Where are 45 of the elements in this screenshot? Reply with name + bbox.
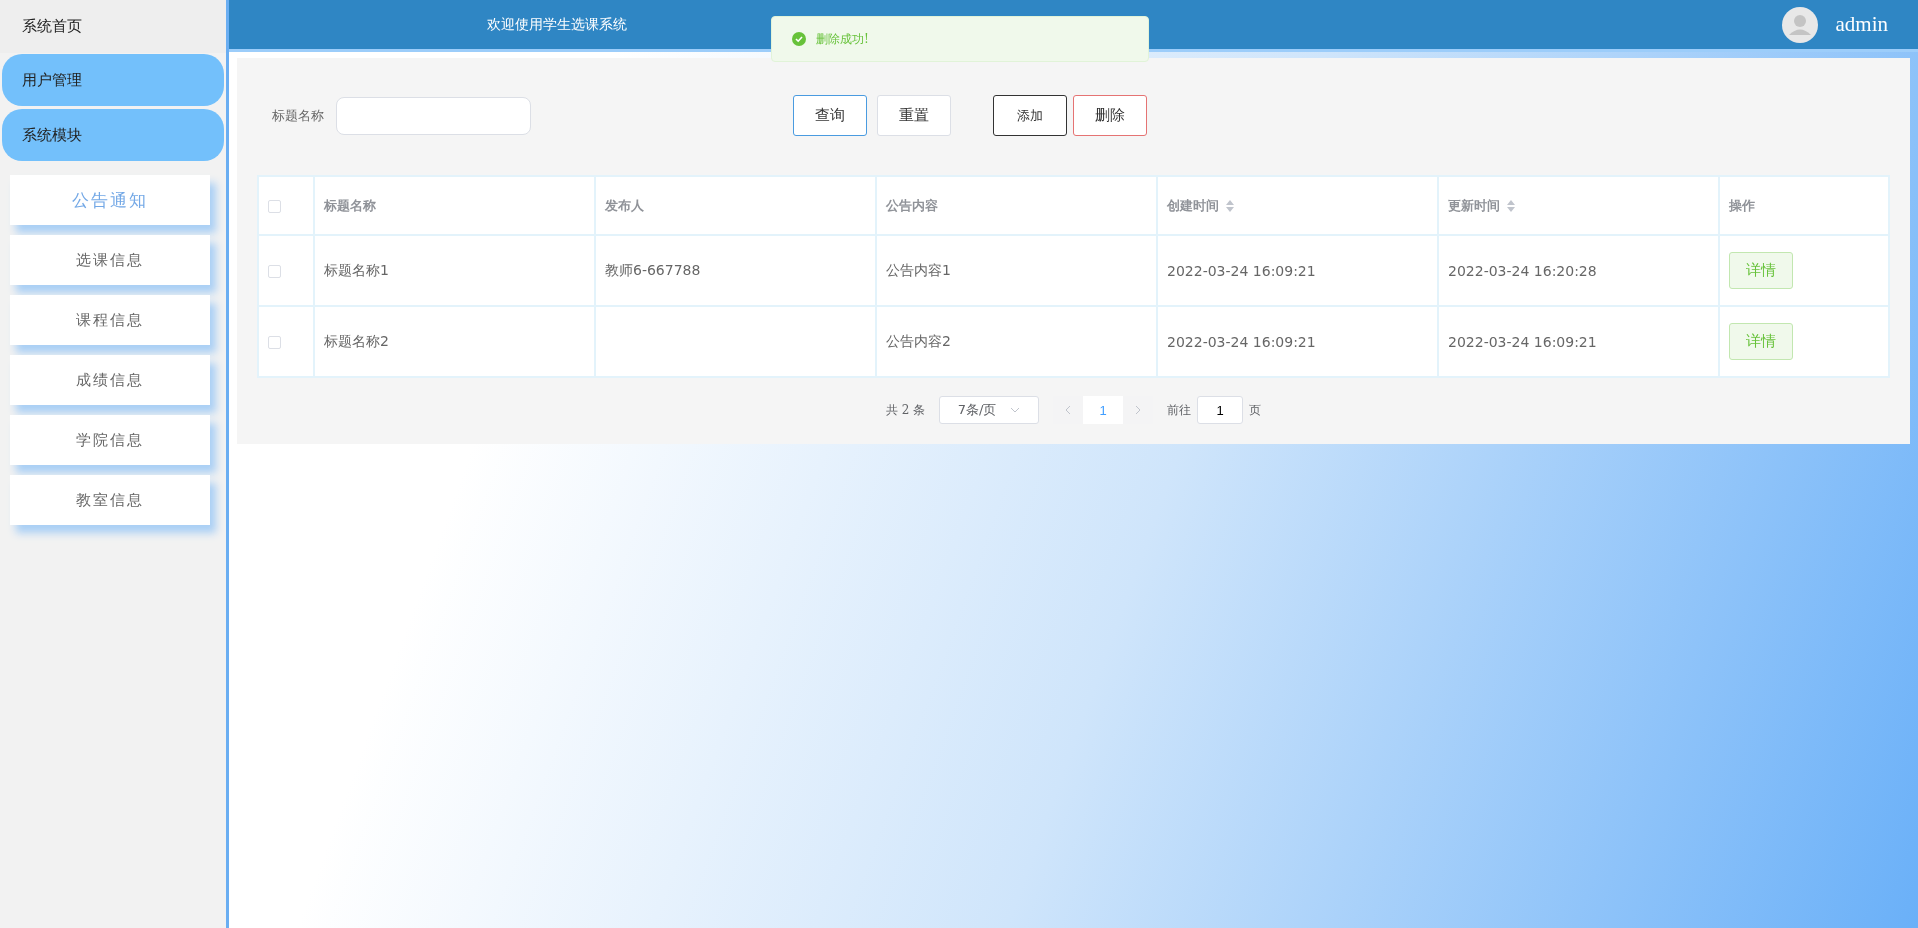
table-cell: 公告内容2 [876, 306, 1157, 377]
goto-label: 前往 [1167, 401, 1192, 419]
page-size-select[interactable]: 7条/页 [939, 396, 1040, 424]
sidebar-group[interactable]: 用户管理 [2, 54, 224, 106]
column-header: 标题名称 [314, 176, 595, 235]
action-button[interactable]: 添加 [993, 95, 1067, 136]
column-header: 公告内容 [876, 176, 1157, 235]
sidebar-item[interactable]: 课程信息 [10, 295, 210, 345]
sidebar-home-link[interactable]: 系统首页 [0, 0, 226, 53]
avatar-icon[interactable] [1781, 6, 1818, 43]
table-cell: 标题名称1 [314, 235, 595, 306]
action-button[interactable]: 重置 [877, 95, 951, 136]
page-suffix: 页 [1249, 401, 1262, 419]
search-field[interactable] [336, 96, 531, 135]
table-cell: 教师6-667788 [595, 235, 876, 306]
action-button[interactable]: 删除 [1073, 95, 1147, 136]
table-cell: 2022-03-24 16:09:21 [1438, 306, 1719, 377]
checkbox[interactable] [268, 200, 281, 213]
table-cell: 2022-03-24 16:09:21 [1157, 306, 1438, 377]
chevron-right-icon [1134, 405, 1143, 415]
total-count: 共 2 条 [885, 401, 926, 419]
header-title: 欢迎使用学生选课系统 [487, 15, 627, 34]
sidebar-group[interactable]: 系统模块 [2, 109, 224, 161]
caret-icon [1010, 407, 1021, 413]
toast-text: 删除成功! [816, 30, 869, 48]
sort-icon[interactable] [1506, 198, 1516, 213]
column-header: 发布人 [595, 176, 876, 235]
search-label: 标题名称 [272, 106, 324, 125]
table-cell: 公告内容1 [876, 235, 1157, 306]
action-button[interactable]: 查询 [793, 95, 867, 136]
table-cell: 标题名称2 [314, 306, 595, 377]
sort-icon[interactable] [1225, 198, 1235, 213]
sidebar-item[interactable]: 成绩信息 [10, 355, 210, 405]
checkbox[interactable] [268, 265, 281, 278]
sidebar-item[interactable]: 教室信息 [10, 475, 210, 525]
user-name[interactable]: admin [1835, 12, 1888, 37]
sidebar-item[interactable]: 选课信息 [10, 235, 210, 285]
column-header: 操作 [1719, 176, 1889, 235]
table-cell: 2022-03-24 16:09:21 [1157, 235, 1438, 306]
sidebar-item[interactable]: 学院信息 [10, 415, 210, 465]
table-cell: 2022-03-24 16:20:28 [1438, 235, 1719, 306]
chevron-left-icon [1064, 405, 1073, 415]
check-icon [792, 32, 806, 46]
checkbox[interactable] [268, 336, 281, 349]
page-input[interactable]: 1 [1197, 396, 1244, 424]
